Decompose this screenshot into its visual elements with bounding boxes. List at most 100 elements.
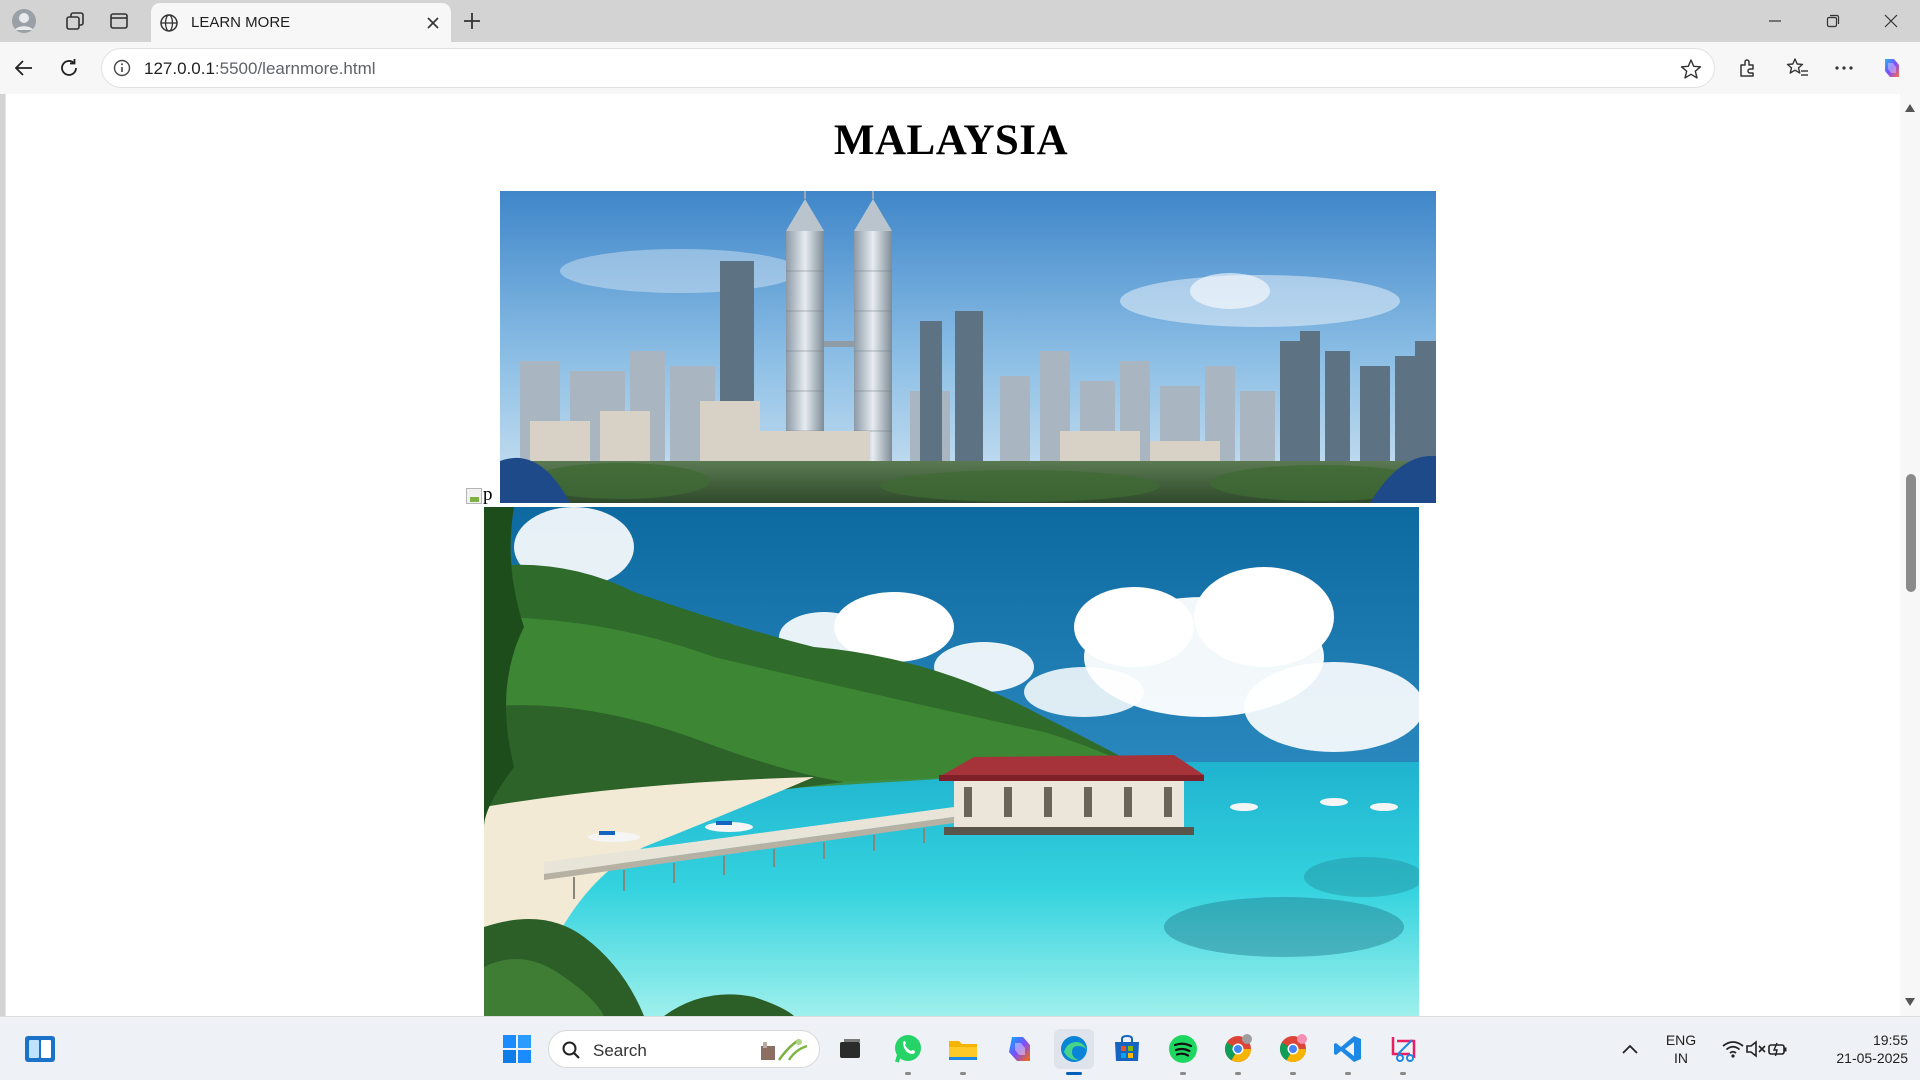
close-icon — [1884, 14, 1898, 28]
snipping-tool-icon — [1391, 1037, 1416, 1062]
widgets-button[interactable] — [20, 1029, 60, 1069]
vscode-icon — [1334, 1036, 1361, 1062]
address-bar[interactable]: 127.0.0.1:5500/learnmore.html — [101, 48, 1715, 88]
file-explorer-icon — [949, 1041, 977, 1060]
windows-start-icon — [503, 1035, 531, 1063]
close-window-button[interactable] — [1862, 0, 1920, 42]
restore-button[interactable] — [1804, 0, 1862, 42]
wifi-icon — [1722, 1041, 1744, 1058]
chrome-profile-button[interactable] — [1273, 1029, 1313, 1075]
microsoft-store-icon — [1115, 1034, 1139, 1061]
copilot-button[interactable] — [1874, 50, 1910, 86]
edge-icon — [1061, 1036, 1087, 1062]
profile-icon — [12, 9, 36, 33]
scroll-down-arrow-icon[interactable] — [1904, 996, 1916, 1008]
microsoft-store-button[interactable] — [1107, 1029, 1147, 1069]
scroll-up-arrow-icon[interactable] — [1904, 102, 1916, 114]
active-indicator — [1066, 1072, 1082, 1075]
copilot-icon — [1009, 1037, 1030, 1061]
active-tab[interactable]: LEARN MORE — [151, 3, 451, 42]
url-text[interactable]: 127.0.0.1:5500/learnmore.html — [144, 59, 376, 79]
task-view-icon — [840, 1039, 860, 1058]
page-scrollbar[interactable] — [1900, 94, 1920, 1016]
search-highlight-icon — [761, 1038, 808, 1061]
site-info-icon[interactable] — [112, 58, 132, 78]
tab-title: LEARN MORE — [191, 14, 291, 31]
extensions-button[interactable] — [1730, 50, 1766, 86]
search-label: Search — [593, 1041, 647, 1060]
vertical-tabs-button[interactable] — [101, 5, 137, 37]
broken-image-placeholder: p — [466, 484, 493, 506]
favorites-list-icon — [1786, 58, 1808, 76]
language-indicator[interactable]: ENG IN — [1660, 1031, 1702, 1067]
running-indicator — [1235, 1072, 1241, 1075]
url-host: 127.0.0.1 — [144, 59, 215, 78]
workspaces-icon — [66, 12, 84, 30]
new-tab-button[interactable] — [454, 5, 490, 37]
copilot-taskbar-button[interactable] — [999, 1029, 1039, 1069]
extensions-icon — [1740, 59, 1754, 77]
page-title: MALAYSIA — [833, 117, 1069, 164]
start-button[interactable] — [497, 1029, 537, 1069]
clock-time: 19:55 — [1872, 1032, 1908, 1048]
quick-settings-button[interactable] — [1710, 1029, 1800, 1069]
browser-toolbar: 127.0.0.1:5500/learnmore.html — [0, 42, 1920, 94]
running-indicator — [960, 1072, 966, 1075]
spotify-icon — [1169, 1035, 1197, 1063]
language-region: IN — [1674, 1050, 1688, 1066]
back-arrow-icon — [14, 60, 32, 76]
restore-icon — [1826, 14, 1840, 28]
minimize-icon — [1769, 20, 1781, 22]
tab-strip: LEARN MORE — [0, 0, 1920, 42]
refresh-icon — [61, 59, 77, 76]
kuala-lumpur-skyline-photo — [500, 191, 1436, 503]
settings-more-button[interactable] — [1826, 50, 1862, 86]
running-indicator — [1400, 1072, 1406, 1075]
favorites-button[interactable] — [1780, 50, 1816, 86]
spotify-button[interactable] — [1163, 1029, 1203, 1075]
minimize-button[interactable] — [1746, 0, 1804, 42]
running-indicator — [1345, 1072, 1351, 1075]
page-viewport: MALAYSIA p — [5, 94, 1900, 1016]
url-path: :5500/learnmore.html — [214, 59, 376, 78]
taskbar-search[interactable]: Search — [548, 1030, 820, 1068]
globe-icon — [157, 11, 181, 35]
running-indicator — [905, 1072, 911, 1075]
snipping-tool-button[interactable] — [1383, 1029, 1423, 1075]
task-view-button[interactable] — [830, 1029, 870, 1069]
widgets-icon — [25, 1036, 55, 1062]
windows-taskbar: Search ENG IN 19:55 21-05-2025 — [0, 1016, 1920, 1080]
back-button[interactable] — [6, 50, 42, 86]
tab-actions-icon — [110, 13, 128, 29]
chrome-icon — [1224, 1034, 1252, 1063]
broken-image-alt-text: p — [483, 484, 493, 505]
clock[interactable]: 19:55 21-05-2025 — [1808, 1031, 1908, 1067]
edge-taskbar-button[interactable] — [1054, 1029, 1094, 1075]
close-tab-icon[interactable] — [421, 11, 445, 35]
whatsapp-icon — [895, 1035, 921, 1063]
whatsapp-button[interactable] — [888, 1029, 928, 1075]
more-dots-icon — [1835, 66, 1853, 70]
chevron-up-icon — [1622, 1044, 1638, 1054]
copilot-icon — [1885, 59, 1899, 77]
chrome-button[interactable] — [1218, 1029, 1258, 1075]
workspaces-button[interactable] — [57, 5, 93, 37]
file-explorer-button[interactable] — [943, 1029, 983, 1075]
running-indicator — [1180, 1072, 1186, 1075]
broken-image-icon — [466, 488, 482, 504]
scrollbar-thumb[interactable] — [1906, 474, 1916, 592]
clock-date: 21-05-2025 — [1836, 1050, 1908, 1066]
refresh-button[interactable] — [51, 50, 87, 86]
tropical-beach-pier-photo — [484, 507, 1419, 1016]
search-icon — [562, 1041, 580, 1059]
battery-charging-icon — [1768, 1042, 1787, 1057]
language-code: ENG — [1665, 1032, 1697, 1048]
profile-button[interactable] — [6, 5, 42, 37]
show-hidden-icons-button[interactable] — [1612, 1029, 1648, 1069]
vscode-button[interactable] — [1328, 1029, 1368, 1075]
volume-muted-icon — [1746, 1040, 1766, 1058]
running-indicator — [1290, 1072, 1296, 1075]
favorite-star-icon[interactable] — [1678, 56, 1704, 82]
chrome-profile-icon — [1279, 1034, 1307, 1063]
plus-icon — [464, 13, 480, 29]
